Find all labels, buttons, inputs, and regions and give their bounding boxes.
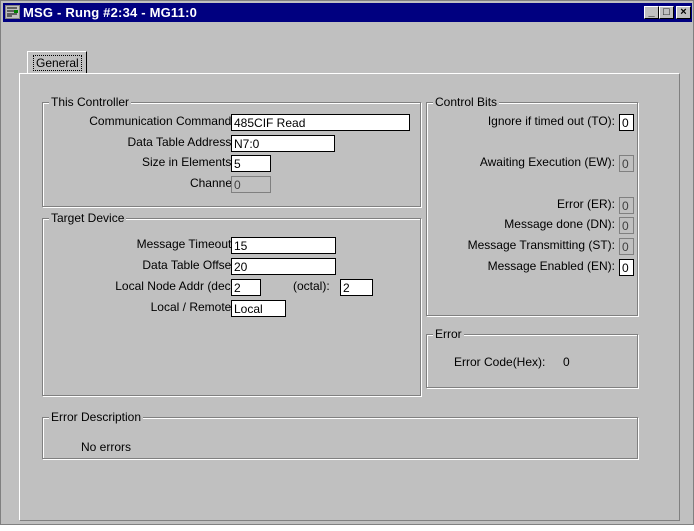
error-description-group: Error Description No errors [42,410,638,459]
octal-field[interactable]: 2 [340,279,373,296]
message-timeout-label: Message Timeout : [136,237,238,251]
communication-command-label: Communication Command : [89,114,238,128]
error-code-value: 0 [563,355,570,369]
en-label: Message Enabled (EN): [487,259,615,273]
this-controller-title: This Controller [49,95,132,109]
this-controller-group: This Controller Communication Command : … [42,95,421,207]
data-table-address-label: Data Table Address : [127,135,238,149]
local-remote-label: Local / Remote : [150,300,238,314]
minimize-button[interactable]: _ [644,6,659,19]
st-field: 0 [619,238,634,255]
error-code-label: Error Code(Hex): [454,355,546,369]
local-node-addr-field[interactable]: 2 [231,279,261,296]
data-table-address-field[interactable]: N7:0 [231,135,335,152]
error-description-text: No errors [81,440,132,454]
local-remote-field[interactable]: Local [231,300,286,317]
target-device-group: Target Device Message Timeout : 15 Data … [42,211,421,396]
tab-general-label: General [33,55,82,71]
maximize-button[interactable]: □ [659,6,674,19]
error-title: Error [433,327,464,341]
msg-window: MSG - Rung #2:34 - MG11:0 _ □ × General … [0,0,694,525]
size-in-elements-label: Size in Elements : [141,155,238,169]
message-timeout-field[interactable]: 15 [231,237,336,254]
to-label: Ignore if timed out (TO): [487,114,615,128]
tab-general[interactable]: General [27,51,87,73]
error-description-title: Error Description [49,410,144,424]
channel-field: 0 [231,176,271,193]
octal-label: (octal): [293,279,330,293]
control-bits-group: Control Bits Ignore if timed out (TO): 0… [426,95,638,316]
app-icon [5,5,20,19]
en-field[interactable]: 0 [619,259,634,276]
close-button[interactable]: × [676,6,691,19]
local-node-addr-label: Local Node Addr (dec): [115,279,238,293]
er-field: 0 [619,197,634,214]
target-device-title: Target Device [49,211,127,225]
title-bar[interactable]: MSG - Rung #2:34 - MG11:0 _ □ × [3,3,692,22]
dn-label: Message done (DN): [504,217,615,231]
data-table-offset-label: Data Table Offset: [142,258,238,272]
control-bits-title: Control Bits [433,95,500,109]
size-in-elements-field[interactable]: 5 [231,155,271,172]
general-panel: This Controller Communication Command : … [19,73,680,521]
st-label: Message Transmitting (ST): [467,238,615,252]
communication-command-field[interactable]: 485CIF Read [231,114,410,131]
window-title: MSG - Rung #2:34 - MG11:0 [23,5,198,20]
error-group: Error Error Code(Hex): 0 [426,327,638,388]
ew-field: 0 [619,155,634,172]
er-label: Error (ER): [557,197,615,211]
ew-label: Awaiting Execution (EW): [479,155,615,169]
data-table-offset-field[interactable]: 20 [231,258,336,275]
dn-field: 0 [619,217,634,234]
to-field[interactable]: 0 [619,114,634,131]
